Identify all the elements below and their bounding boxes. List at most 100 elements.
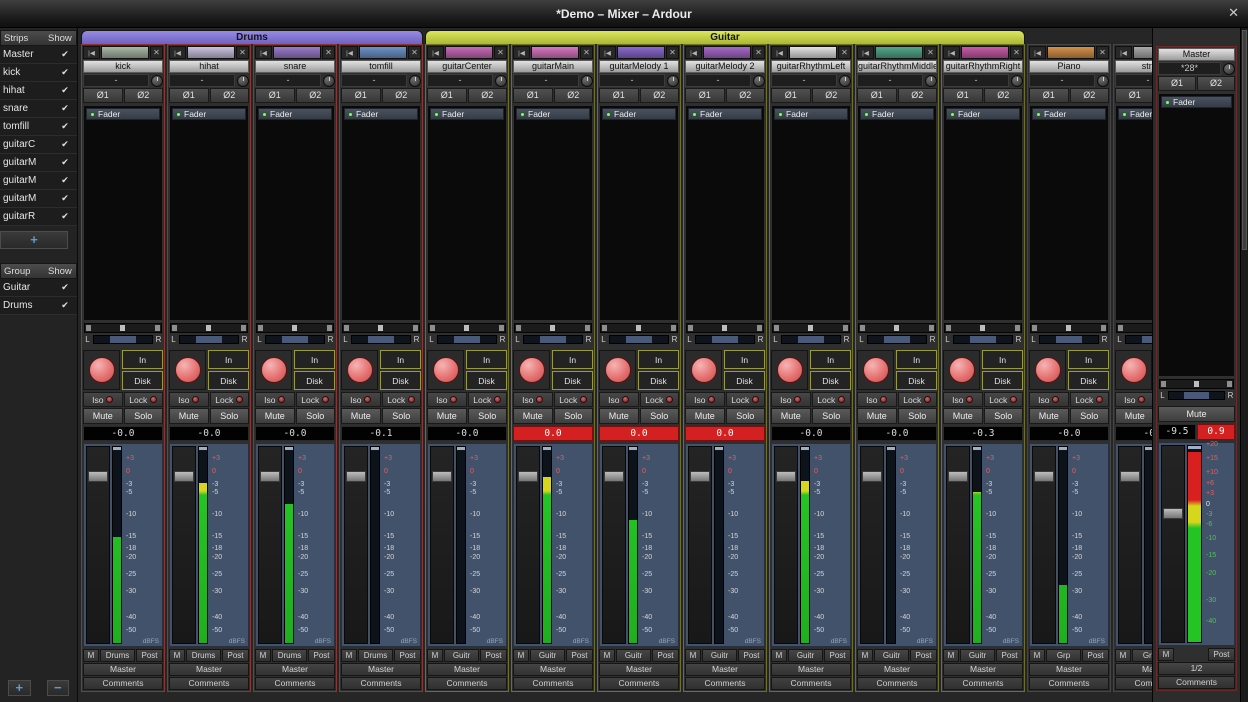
solo-isolate-button[interactable]: Iso	[857, 392, 897, 407]
fader-processor[interactable]: Fader	[1032, 108, 1106, 120]
solo-isolate-button[interactable]: Iso	[943, 392, 983, 407]
solo-isolate-button[interactable]: Iso	[255, 392, 295, 407]
polarity-1-button[interactable]: Ø1	[83, 88, 123, 103]
processor-box[interactable]: Fader	[169, 105, 249, 321]
mute-button[interactable]: Mute	[599, 408, 639, 424]
window-close-button[interactable]: ✕	[1228, 6, 1239, 19]
track-color-bar[interactable]	[187, 46, 235, 59]
meter-point-button[interactable]: M	[685, 649, 701, 662]
solo-isolate-button[interactable]: Iso	[427, 392, 467, 407]
monitor-disk-button[interactable]: Disk	[638, 371, 679, 390]
solo-isolate-button[interactable]: Iso	[1115, 392, 1152, 407]
processor-active-led[interactable]	[692, 112, 697, 117]
panner[interactable]: L R	[1158, 379, 1235, 404]
show-checkbox[interactable]: ✔	[53, 157, 77, 168]
record-enable-button[interactable]	[519, 357, 545, 383]
pan-position-track[interactable]	[84, 323, 162, 333]
group-button[interactable]: Drums	[358, 649, 393, 662]
fader-handle[interactable]	[862, 471, 882, 482]
pan-handle-center[interactable]	[1066, 325, 1071, 331]
processor-box[interactable]: Fader	[83, 105, 163, 321]
pan-handle-right[interactable]	[241, 325, 246, 331]
panner[interactable]: L R	[857, 323, 937, 348]
mute-button[interactable]: Mute	[685, 408, 725, 424]
trim-knob[interactable]	[581, 75, 593, 87]
panner[interactable]: L R	[1029, 323, 1109, 348]
hide-strip-button[interactable]: ✕	[1096, 46, 1109, 59]
pan-handle-left[interactable]	[1161, 381, 1166, 387]
track-color-bar[interactable]	[101, 46, 149, 59]
gain-fader[interactable]	[86, 446, 110, 644]
pan-handle-center[interactable]	[464, 325, 469, 331]
strip-list-item[interactable]: tomfill✔	[0, 118, 77, 136]
strip-name-button[interactable]: strings	[1115, 60, 1152, 73]
polarity-1-button[interactable]: Ø1	[1029, 88, 1069, 103]
strip-list-item[interactable]: guitarC✔	[0, 136, 77, 154]
gain-fader[interactable]	[516, 446, 540, 644]
pan-handle-right[interactable]	[671, 325, 676, 331]
trim-knob[interactable]	[667, 75, 679, 87]
gain-fader[interactable]	[946, 446, 970, 644]
processor-box[interactable]: Fader	[857, 105, 937, 321]
level-meter[interactable]	[800, 446, 810, 644]
record-enable-button[interactable]	[863, 357, 889, 383]
record-enable-button[interactable]	[1121, 357, 1147, 383]
polarity-2-button[interactable]: Ø2	[1070, 88, 1110, 103]
solo-button[interactable]: Solo	[554, 408, 594, 424]
group-button[interactable]: Grp	[1132, 649, 1152, 662]
solo-button[interactable]: Solo	[1070, 408, 1110, 424]
vertical-scrollbar[interactable]	[1240, 28, 1248, 702]
strip-width-button[interactable]: |◀	[169, 46, 186, 59]
input-button[interactable]: -	[427, 74, 493, 87]
fader-position-button[interactable]: Post	[652, 649, 679, 662]
solo-button[interactable]: Solo	[124, 408, 164, 424]
strip-list-item[interactable]: guitarM✔	[0, 172, 77, 190]
processor-box[interactable]: Fader	[1029, 105, 1109, 321]
solo-isolate-button[interactable]: Iso	[341, 392, 381, 407]
level-meter[interactable]	[370, 446, 380, 644]
strip-name-button[interactable]: hihat	[169, 60, 249, 73]
polarity-1-button[interactable]: Ø1	[771, 88, 811, 103]
processor-box[interactable]: Fader	[685, 105, 765, 321]
gain-display[interactable]: -0.0	[771, 426, 851, 441]
solo-isolate-button[interactable]: Iso	[599, 392, 639, 407]
level-meter[interactable]	[628, 446, 638, 644]
monitor-input-button[interactable]: In	[896, 350, 937, 369]
fader-handle[interactable]	[260, 471, 280, 482]
polarity-1-button[interactable]: Ø1	[255, 88, 295, 103]
track-color-bar[interactable]	[1047, 46, 1095, 59]
polarity-2-button[interactable]: Ø2	[296, 88, 336, 103]
fader-handle[interactable]	[948, 471, 968, 482]
monitor-disk-button[interactable]: Disk	[294, 371, 335, 390]
monitor-disk-button[interactable]: Disk	[982, 371, 1023, 390]
strip-list-item[interactable]: snare✔	[0, 100, 77, 118]
hide-strip-button[interactable]: ✕	[752, 46, 765, 59]
record-enable-button[interactable]	[261, 357, 287, 383]
input-button[interactable]: -	[1029, 74, 1095, 87]
hide-strip-button[interactable]: ✕	[408, 46, 421, 59]
pan-position-track[interactable]	[514, 323, 592, 333]
fader-position-button[interactable]: Post	[136, 649, 163, 662]
processor-box[interactable]: Fader	[513, 105, 593, 321]
record-enable-button[interactable]	[605, 357, 631, 383]
comments-button[interactable]: Comments	[341, 677, 421, 690]
record-enable-button[interactable]	[433, 357, 459, 383]
record-enable-button[interactable]	[89, 357, 115, 383]
pan-width-track[interactable]	[93, 335, 153, 344]
processor-active-led[interactable]	[1122, 112, 1127, 117]
strip-width-button[interactable]: |◀	[685, 46, 702, 59]
monitor-disk-button[interactable]: Disk	[380, 371, 421, 390]
solo-button[interactable]: Solo	[468, 408, 508, 424]
meter-point-button[interactable]: M	[1115, 649, 1131, 662]
strip-name-button[interactable]: guitarRhythmLeft	[771, 60, 851, 73]
hide-strip-button[interactable]: ✕	[150, 46, 163, 59]
level-meter[interactable]	[886, 446, 896, 644]
polarity-1-button[interactable]: Ø1	[1158, 76, 1196, 91]
solo-lock-button[interactable]: Lock	[1070, 392, 1110, 407]
comments-button[interactable]: Comments	[685, 677, 765, 690]
meter-point-button[interactable]: M	[857, 649, 873, 662]
gain-fader[interactable]	[430, 446, 454, 644]
trim-knob[interactable]	[1097, 75, 1109, 87]
panner[interactable]: L R	[83, 323, 163, 348]
polarity-2-button[interactable]: Ø2	[382, 88, 422, 103]
